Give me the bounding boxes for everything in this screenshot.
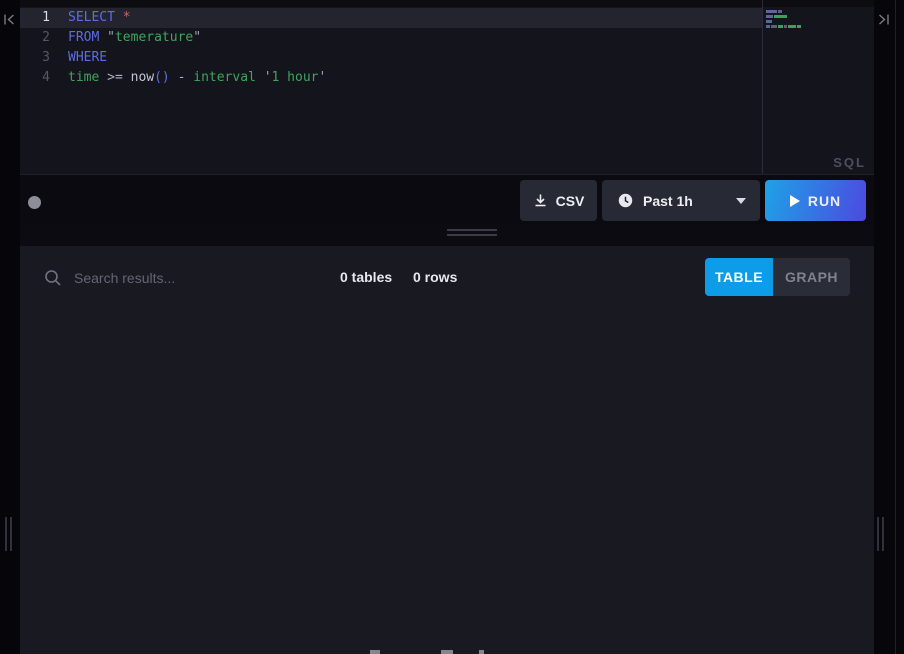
minimap-line xyxy=(766,10,826,13)
clipped-bottom-content xyxy=(370,650,380,654)
line-number-gutter: 1234 xyxy=(20,8,50,88)
chevron-down-icon xyxy=(736,198,746,204)
view-toggle: TABLE GRAPH xyxy=(705,258,850,296)
splitter-grip-icon[interactable] xyxy=(447,229,497,239)
line-number: 3 xyxy=(20,48,50,68)
sql-editor[interactable]: 1234 SELECT *FROM "temerature"WHEREtime … xyxy=(20,0,874,174)
download-icon xyxy=(533,193,548,208)
code-line[interactable]: time >= now() - interval '1 hour' xyxy=(68,68,326,88)
language-badge: SQL xyxy=(833,155,866,170)
collapse-right-panel-icon[interactable] xyxy=(877,13,891,27)
minimap-divider xyxy=(762,0,763,174)
line-number: 2 xyxy=(20,28,50,48)
code-line[interactable]: SELECT * xyxy=(68,8,326,28)
csv-button-label: CSV xyxy=(556,193,585,209)
line-number: 1 xyxy=(20,8,50,28)
tables-count: 0 tables xyxy=(340,262,392,292)
time-range-label: Past 1h xyxy=(643,193,693,209)
query-toolbar: CSV Past 1h RUN xyxy=(20,174,874,224)
editor-top-edge xyxy=(20,0,874,7)
minimap-line xyxy=(766,25,826,28)
editor-minimap[interactable] xyxy=(766,10,826,30)
search-icon xyxy=(44,269,62,287)
play-icon xyxy=(790,195,800,207)
left-resize-handle[interactable] xyxy=(5,517,12,551)
right-rail-divider xyxy=(895,0,896,654)
run-query-button[interactable]: RUN xyxy=(765,180,866,221)
horizontal-splitter[interactable] xyxy=(20,224,874,246)
minimap-line xyxy=(766,15,826,18)
tab-graph[interactable]: GRAPH xyxy=(773,258,850,296)
sql-query-app: 1234 SELECT *FROM "temerature"WHEREtime … xyxy=(0,0,904,654)
clipped-bottom-content xyxy=(441,650,453,654)
rows-count: 0 rows xyxy=(413,262,457,292)
run-button-label: RUN xyxy=(808,193,841,209)
line-number: 4 xyxy=(20,68,50,88)
tab-table[interactable]: TABLE xyxy=(705,258,773,296)
left-rail xyxy=(0,0,20,654)
results-panel: 0 tables 0 rows TABLE GRAPH xyxy=(20,246,874,654)
minimap-line xyxy=(766,20,826,23)
csv-export-button[interactable]: CSV xyxy=(520,180,597,221)
search-results-input[interactable] xyxy=(72,262,296,294)
code-line[interactable]: FROM "temerature" xyxy=(68,28,326,48)
right-rail xyxy=(874,0,904,654)
code-line[interactable]: WHERE xyxy=(68,48,326,68)
time-range-dropdown[interactable]: Past 1h xyxy=(602,180,760,221)
clock-icon xyxy=(618,193,633,208)
collapse-left-panel-icon[interactable] xyxy=(3,13,17,27)
clipped-bottom-content xyxy=(479,650,484,654)
status-indicator-dot xyxy=(28,196,41,209)
code-area[interactable]: SELECT *FROM "temerature"WHEREtime >= no… xyxy=(68,8,326,88)
right-resize-handle[interactable] xyxy=(877,517,884,551)
